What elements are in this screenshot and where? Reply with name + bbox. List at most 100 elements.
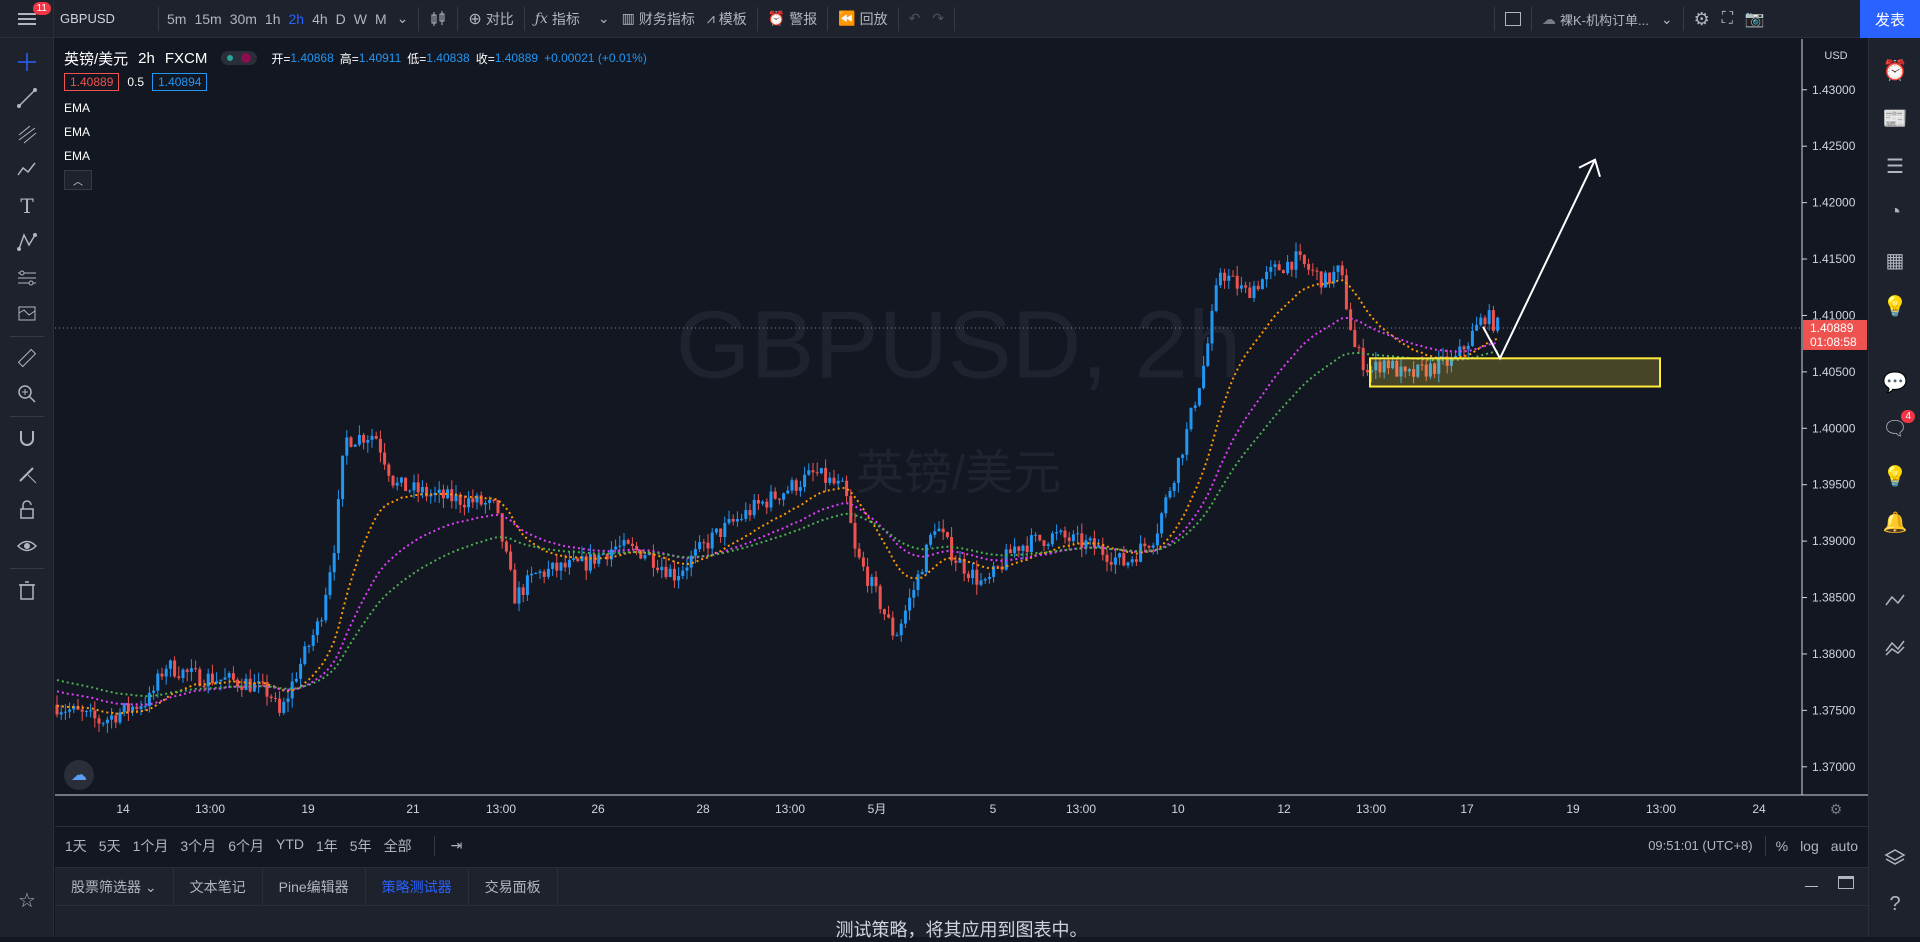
range-4[interactable]: 6个月 xyxy=(228,836,264,856)
zoom-tool[interactable] xyxy=(13,380,41,408)
fib-tool[interactable] xyxy=(13,120,41,148)
snapshot-button[interactable]: 📷 xyxy=(1739,0,1771,38)
buy-price-button[interactable]: 1.40894 xyxy=(152,73,208,91)
interval-W[interactable]: W xyxy=(350,0,371,38)
indicators-button[interactable]: ƒx 指标 ⌄ xyxy=(529,0,616,38)
maximize-panel-button[interactable] xyxy=(1838,876,1854,892)
favorites-tool[interactable]: ☆ xyxy=(13,886,41,914)
clock[interactable]: 09:51:01 (UTC+8) xyxy=(1648,838,1752,853)
log-toggle[interactable]: log xyxy=(1800,838,1819,854)
chevron-down-icon: ⌄ xyxy=(1660,10,1673,27)
bottom-tab-3[interactable]: 策略测试器 xyxy=(366,868,469,905)
indicator-ema[interactable]: EMA xyxy=(64,144,647,168)
icon-tool[interactable] xyxy=(13,300,41,328)
candle-body xyxy=(950,536,954,561)
range-1[interactable]: 5天 xyxy=(99,836,121,856)
auto-toggle[interactable]: auto xyxy=(1831,838,1858,854)
range-2[interactable]: 1个月 xyxy=(133,836,169,856)
measure-tool[interactable] xyxy=(13,344,41,372)
indicator-ema[interactable]: EMA xyxy=(64,96,647,120)
notifications-button[interactable]: 🔔 xyxy=(1881,508,1909,536)
templates-button[interactable]: ⩘ 模板 xyxy=(701,0,753,38)
range-6[interactable]: 1年 xyxy=(316,836,338,856)
layers-button[interactable] xyxy=(1881,844,1909,872)
prediction-tool[interactable] xyxy=(13,264,41,292)
data-window-button[interactable]: ☰ xyxy=(1881,152,1909,180)
interval-2h[interactable]: 2h xyxy=(285,0,309,38)
visibility-tool[interactable] xyxy=(13,532,41,560)
help-button[interactable]: ? xyxy=(1881,890,1909,918)
watchlist-button[interactable]: 📰 xyxy=(1881,104,1909,132)
minimize-panel-button[interactable]: — xyxy=(1805,878,1818,893)
candle-body xyxy=(353,444,357,447)
trendline-tool[interactable] xyxy=(13,84,41,112)
hotlist-button[interactable]: ◔ xyxy=(1881,198,1909,226)
market-status-icon[interactable] xyxy=(221,51,258,65)
settings-button[interactable]: ⚙ xyxy=(1688,0,1716,38)
pattern-tool[interactable] xyxy=(13,156,41,184)
candle-body xyxy=(714,528,718,533)
menu-button[interactable]: 11 xyxy=(0,0,54,38)
magnet-tool[interactable] xyxy=(13,424,41,452)
layout-toggle-button[interactable] xyxy=(1499,0,1527,38)
alarm-panel-button[interactable]: ⏰ xyxy=(1881,56,1909,84)
candle-body xyxy=(1256,285,1260,290)
goto-date-button[interactable]: ⇥ xyxy=(445,837,469,854)
candles-icon xyxy=(431,10,445,26)
percent-toggle[interactable]: % xyxy=(1776,838,1788,854)
remove-drawings-tool[interactable] xyxy=(13,576,41,604)
publish-button[interactable]: 发表 xyxy=(1860,0,1920,38)
compare-button[interactable]: ⊕ 对比 xyxy=(462,0,519,38)
candle-body xyxy=(920,571,924,575)
private-chats-button[interactable]: 🗨 4 xyxy=(1881,410,1915,442)
sell-price-button[interactable]: 1.40889 xyxy=(64,73,120,91)
bottom-tab-1[interactable]: 文本笔记 xyxy=(174,868,263,905)
cloud-logo[interactable]: ☁ xyxy=(64,760,94,790)
alert-button[interactable]: ⏰ 警报 xyxy=(762,0,823,38)
axis-settings-icon[interactable]: ⚙ xyxy=(1830,801,1843,817)
candle-body xyxy=(219,679,223,682)
interval-30m[interactable]: 30m xyxy=(226,0,261,38)
crosshair-tool[interactable] xyxy=(13,48,41,76)
range-0[interactable]: 1天 xyxy=(65,836,87,856)
ideas-button[interactable]: 💡 xyxy=(1881,292,1909,320)
indicator-ema[interactable]: EMA xyxy=(64,120,647,144)
range-3[interactable]: 3个月 xyxy=(180,836,216,856)
bottom-tab-0[interactable]: 股票筛选器 ⌄ xyxy=(55,868,174,905)
calendar-button[interactable]: ▦ xyxy=(1881,246,1909,274)
xabcd-tool[interactable] xyxy=(13,228,41,256)
range-7[interactable]: 5年 xyxy=(350,836,372,856)
chats-button[interactable]: 💬 xyxy=(1881,368,1909,396)
candle-body xyxy=(1265,271,1269,280)
signals-button[interactable] xyxy=(1881,586,1909,614)
bottom-tab-2[interactable]: Pine编辑器 xyxy=(263,868,366,905)
lock-tool[interactable] xyxy=(13,496,41,524)
interval-dropdown[interactable]: ⌄ xyxy=(391,0,415,38)
bottom-tab-4[interactable]: 交易面板 xyxy=(469,868,558,905)
range-8[interactable]: 全部 xyxy=(384,836,412,856)
redo-button[interactable]: ↷ xyxy=(926,0,950,38)
candle-body xyxy=(660,566,664,571)
interval-M[interactable]: M xyxy=(371,0,391,38)
open-value: 1.40868 xyxy=(290,51,334,65)
replay-button[interactable]: ⏪ 回放 xyxy=(832,0,893,38)
stay-drawing-tool[interactable] xyxy=(13,460,41,488)
interval-15m[interactable]: 15m xyxy=(190,0,225,38)
chart-type-button[interactable] xyxy=(423,0,453,38)
layout-name-button[interactable]: ☁ 裸K-机构订单... ⌄ xyxy=(1536,0,1679,38)
symbol-search[interactable]: GBPUSD xyxy=(54,0,154,38)
interval-5m[interactable]: 5m xyxy=(163,0,190,38)
interval-4h[interactable]: 4h xyxy=(308,0,332,38)
text-tool[interactable]: T xyxy=(13,192,41,220)
undo-button[interactable]: ↶ xyxy=(903,0,927,38)
legend-symbol[interactable]: 英镑/美元 xyxy=(64,48,128,69)
undo-icon: ↶ xyxy=(908,10,921,26)
financials-button[interactable]: ▥ 财务指标 xyxy=(616,0,701,38)
collapse-legend-button[interactable]: ︿ xyxy=(64,170,92,190)
interval-1h[interactable]: 1h xyxy=(261,0,285,38)
interval-D[interactable]: D xyxy=(332,0,350,38)
streams-button[interactable]: 💡 xyxy=(1881,462,1909,490)
fullscreen-button[interactable]: ⛶ xyxy=(1716,0,1739,38)
range-5[interactable]: YTD xyxy=(276,836,304,856)
pine-button[interactable] xyxy=(1881,634,1909,662)
